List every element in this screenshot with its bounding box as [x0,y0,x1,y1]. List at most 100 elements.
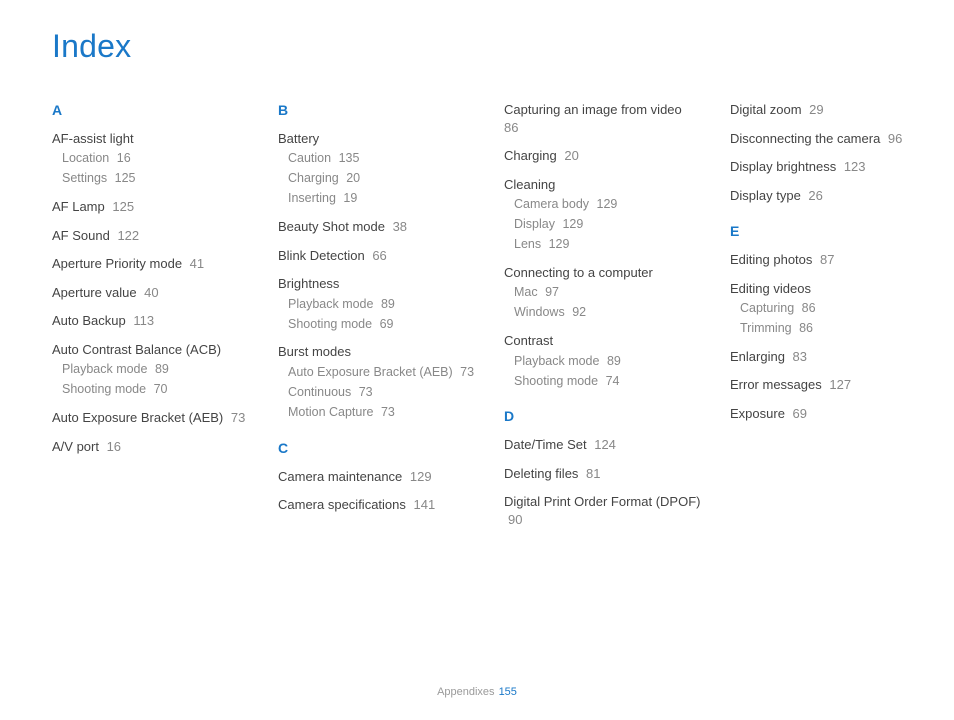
index-entry-label: Auto Contrast Balance (ACB) [52,342,221,357]
index-entry: Beauty Shot mode 38 [278,218,476,236]
index-subentry: Settings 125 [62,170,250,187]
index-subentry-label: Trimming [740,321,792,335]
index-letter-heading: A [52,101,250,120]
index-subentry: Lens 129 [514,236,702,253]
index-subentry-page: 129 [545,237,569,251]
index-subentry: Charging 20 [288,170,476,187]
index-subentry: Camera body 129 [514,196,702,213]
index-subentry-label: Continuous [288,385,351,399]
index-entry: Deleting files 81 [504,465,702,483]
index-subentry-page: 20 [343,171,360,185]
index-entry-label: Deleting files [504,466,578,481]
index-entry: AF-assist light Location 16 Settings 125 [52,130,250,187]
index-subentry-label: Lens [514,237,541,251]
index-subentry-page: 73 [355,385,372,399]
index-entry: Aperture value 40 [52,284,250,302]
index-entry-page: 90 [508,512,522,527]
index-entry-label: Beauty Shot mode [278,219,385,234]
index-entry-label: Aperture Priority mode [52,256,182,271]
index-entry-label: Editing videos [730,281,811,296]
index-entry-page: 141 [410,497,435,512]
index-entry: ContrastPlayback mode 89Shooting mode 74 [504,332,702,389]
index-entry-label: AF Lamp [52,199,105,214]
index-entry-page: 113 [130,313,154,328]
index-subentry: Caution 135 [288,150,476,167]
index-subentry-label: Playback mode [288,297,373,311]
index-entry-page: 29 [806,102,824,117]
index-entry-label: Brightness [278,276,339,291]
index-subentry-page: 69 [376,317,393,331]
index-subentry: Shooting mode 69 [288,316,476,333]
index-subentry-label: Settings [62,171,107,185]
index-entry: Display brightness 123 [730,158,928,176]
index-entry-page: 69 [789,406,807,421]
index-entry: Editing videos Capturing 86 Trimming 86 [730,280,928,337]
index-subentry: Location 16 [62,150,250,167]
index-entry-label: Display brightness [730,159,836,174]
index-entry-label: AF-assist light [52,131,134,146]
index-entry-page: 41 [186,256,204,271]
index-subentry: Trimming 86 [740,320,928,337]
index-entry-page: 26 [805,188,823,203]
index-entry-label: Enlarging [730,349,785,364]
index-entry-label: Auto Exposure Bracket (AEB) [52,410,223,425]
index-entry-label: Aperture value [52,285,137,300]
index-subentry: Playback mode 89 [514,353,702,370]
index-entry: Auto Exposure Bracket (AEB) 73 [52,409,250,427]
index-subentry-label: Caution [288,151,331,165]
index-entry: Charging 20 [504,147,702,165]
index-subentry-label: Shooting mode [514,374,598,388]
index-subentry: Inserting 19 [288,190,476,207]
index-subentry-label: Playback mode [514,354,599,368]
index-entry-page: 124 [591,437,616,452]
index-subentry-label: Playback mode [62,362,147,376]
index-entry: Camera maintenance 129 [278,468,476,486]
index-entry-page: 66 [369,248,387,263]
index-entry-label: A/V port [52,439,99,454]
index-subentry: Windows 92 [514,304,702,321]
index-subentry-page: 86 [798,301,815,315]
index-entry-label: Charging [504,148,557,163]
index-entry-label: Date/Time Set [504,437,587,452]
index-entry: Digital zoom 29 [730,101,928,119]
index-entry-page: 81 [582,466,600,481]
index-entry: AF Lamp 125 [52,198,250,216]
index-column: Capturing an image from video 86 Charging… [504,101,702,539]
index-entry: Auto Contrast Balance (ACB) Playback mode… [52,341,250,398]
index-subentry-page: 129 [559,217,583,231]
index-entry: Camera specifications 141 [278,496,476,514]
index-entry-page: 83 [789,349,807,364]
index-subentry-label: Windows [514,305,565,319]
index-entry-label: Error messages [730,377,822,392]
index-entry-label: Cleaning [504,177,555,192]
index-entry: A/V port 16 [52,438,250,456]
index-subentry-page: 19 [340,191,357,205]
index-subentry-page: 70 [150,382,167,396]
index-subentry-page: 73 [377,405,394,419]
index-subentry-label: Mac [514,285,538,299]
index-entry-label: Contrast [504,333,553,348]
index-entry: Capturing an image from video 86 [504,101,702,136]
index-entry-page: 16 [103,439,121,454]
index-entry: BatteryCaution 135Charging 20Inserting 1… [278,130,476,207]
index-entry-page: 86 [504,120,518,135]
index-subentry: Mac 97 [514,284,702,301]
index-entry: Editing photos 87 [730,251,928,269]
index-subentry-page: 135 [335,151,359,165]
index-entry: Error messages 127 [730,376,928,394]
index-subentry-page: 73 [457,365,474,379]
index-subentry-label: Capturing [740,301,794,315]
index-entry-page: 73 [227,410,245,425]
index-subentry-page: 92 [569,305,586,319]
index-column: AAF-assist lightLocation 16Settings 125A… [52,101,250,539]
page-title: Index [52,28,902,65]
index-entry-label: Digital Print Order Format (DPOF) [504,494,700,509]
index-subentry: Shooting mode 70 [62,381,250,398]
index-subentry-label: Auto Exposure Bracket (AEB) [288,365,453,379]
index-subentry-page: 89 [151,362,168,376]
index-entry: Aperture Priority mode 41 [52,255,250,273]
index-subentry-label: Shooting mode [62,382,146,396]
index-entry-label: Connecting to a computer [504,265,653,280]
index-entry-label: Camera specifications [278,497,406,512]
index-column: BBatteryCaution 135Charging 20Inserting … [278,101,476,539]
